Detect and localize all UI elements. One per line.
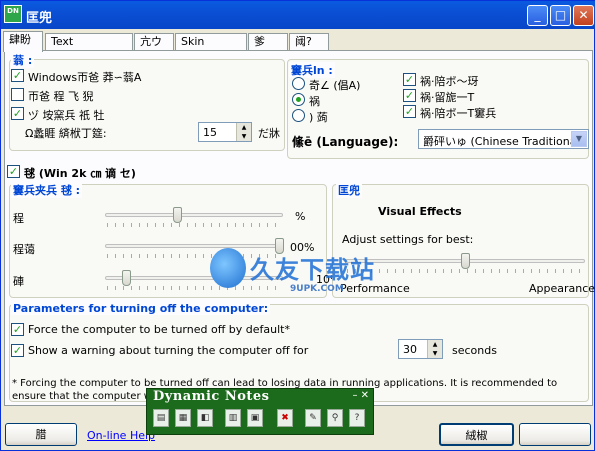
spin-label: Ω蠡睚 緕栿丁筵: <box>25 127 107 140</box>
language-select[interactable]: 爵砰いゅ (Chinese Traditional ▼ <box>418 129 589 149</box>
app-icon: DN <box>4 5 22 23</box>
cancel-button[interactable] <box>519 423 591 446</box>
seconds-value: 30 <box>403 343 417 356</box>
online-help-link[interactable]: On-line Help <box>87 429 155 442</box>
main-window: DN 匡兜 _ □ ✕ 肆盼 Text parameters 亢ウ Skin B… <box>0 0 595 451</box>
effects-subtitle: Adjust settings for best: <box>342 233 474 246</box>
tab-6[interactable]: 阈? <box>289 33 329 51</box>
opt1-checkbox[interactable]: ✓ <box>11 69 24 82</box>
interval-value: 15 <box>203 126 217 139</box>
seconds-unit: seconds <box>452 344 497 357</box>
tab-3[interactable]: 亢ウ <box>134 33 174 51</box>
warning-label: Show a warning about turning the compute… <box>28 344 309 357</box>
watermark-url: 9UPK.COM <box>290 284 344 294</box>
general-group-label: 蓊 : <box>11 52 35 68</box>
radio1[interactable] <box>292 77 305 90</box>
dynamic-notes-controls[interactable]: – ✕ <box>352 390 369 401</box>
radio1-label: 奇∠ (倡A) <box>309 79 361 92</box>
slider1-ticks <box>107 223 281 227</box>
tab-text-parameters[interactable]: Text parameters <box>45 33 133 64</box>
spinner-arrows-icon[interactable]: ▲ ▼ <box>236 123 251 141</box>
window-cb2[interactable]: ✓ <box>403 89 416 102</box>
notes-copy-icon[interactable]: ▣ <box>247 409 263 427</box>
notes-grid-icon[interactable]: ▦ <box>175 409 191 427</box>
chevron-down-icon[interactable]: ▼ <box>571 131 587 147</box>
ok-button[interactable]: 絨椒 <box>439 423 514 446</box>
notes-edit-icon[interactable]: ✎ <box>305 409 321 427</box>
force-off-label: Force the computer to be turned off by d… <box>28 323 290 336</box>
close-button[interactable]: ✕ <box>573 5 594 26</box>
effects-right-label: Appearance <box>529 282 595 295</box>
dynamic-notes-toolbar[interactable]: Dynamic Notes – ✕ ▤ ▦ ◧ ▥ ▣ ✖ ✎ ⚲ ? <box>146 388 374 435</box>
slider1-thumb[interactable] <box>173 207 182 223</box>
window-title: 匡兜 <box>26 11 53 26</box>
maximize-button[interactable]: □ <box>550 5 571 26</box>
effects-title: Visual Effects <box>378 205 462 218</box>
notes-help-icon[interactable]: ? <box>349 409 365 427</box>
radio2-label: 祸 <box>309 95 320 108</box>
window-group-label: 窶兵ln : <box>289 62 335 78</box>
watermark-logo-icon <box>210 248 246 288</box>
window-cb3-label: 祸·陪ボ一T窶兵 <box>420 107 497 120</box>
transparency-row2-label: 程蔼 <box>13 243 35 256</box>
warning-checkbox[interactable]: ✓ <box>11 344 24 357</box>
tab-general[interactable]: 肆盼 <box>3 31 43 52</box>
tab-strip: 肆盼 Text parameters 亢ウ Skin Browser 爹 阈? <box>3 31 593 64</box>
opt3-checkbox[interactable]: ✓ <box>11 107 24 120</box>
transparency-slider1[interactable] <box>105 213 283 217</box>
transparency-row1-value: % <box>295 210 306 223</box>
window-cb2-label: 祸·留旎一T <box>420 91 475 104</box>
startup-label: 毬 (Win 2k ㎝ 谪 セ) <box>24 167 136 180</box>
tab-panel: 蓊 : ✓ Windows帀爸 莽∽蓊A 帀爸 程 飞 猊 ✓ ヅ 垵窯兵 祇 … <box>4 50 595 406</box>
transparency-row3-label: 硨 <box>13 275 24 288</box>
seconds-arrows-icon[interactable]: ▲ ▼ <box>427 340 442 358</box>
window-cb1-label: 祸·陪ボ～玡 <box>420 75 479 88</box>
radio2[interactable] <box>292 93 305 106</box>
radio3-label: ) 蒟 <box>309 111 328 124</box>
language-label: 絛ē (Language): <box>292 135 399 149</box>
opt2-checkbox[interactable] <box>11 88 24 101</box>
tab-5[interactable]: 爹 <box>248 33 288 51</box>
transparency-group-label: 窶兵夹兵 毬 : <box>11 182 83 198</box>
notes-delete-icon[interactable]: ✖ <box>277 409 293 427</box>
notes-list-icon[interactable]: ▤ <box>153 409 169 427</box>
tab-skin-browser[interactable]: Skin Browser <box>175 33 247 64</box>
transparency-row1-label: 程 <box>13 212 24 225</box>
seconds-spinner[interactable]: 30 ▲ ▼ <box>398 339 443 359</box>
startup-checkbox[interactable]: ✓ <box>7 165 20 178</box>
minimize-button[interactable]: _ <box>527 5 548 26</box>
radio3[interactable] <box>292 109 305 122</box>
opt3-label: ヅ 垵窯兵 祇 牡 <box>28 109 105 122</box>
force-off-checkbox[interactable]: ✓ <box>11 323 24 336</box>
title-bar[interactable]: DN 匡兜 _ □ ✕ <box>1 1 595 29</box>
watermark: 久友下载站 9UPK.COM <box>210 248 386 298</box>
spin-unit: だ牀 <box>258 127 280 140</box>
window-cb1[interactable]: ✓ <box>403 73 416 86</box>
watermark-text: 久友下载站 <box>250 256 375 284</box>
notes-calendar-icon[interactable]: ▥ <box>225 409 241 427</box>
opt1-label: Windows帀爸 莽∽蓊A <box>28 71 142 84</box>
notes-split-icon[interactable]: ◧ <box>197 409 213 427</box>
shutdown-group-label: Parameters for turning off the computer: <box>11 302 271 315</box>
window-cb3[interactable]: ✓ <box>403 105 416 118</box>
interval-spinner[interactable]: 15 ▲ ▼ <box>198 122 252 142</box>
opt2-label: 帀爸 程 飞 猊 <box>28 90 94 103</box>
slider3-thumb[interactable] <box>122 270 131 286</box>
notes-search-icon[interactable]: ⚲ <box>327 409 343 427</box>
language-value: 爵砰いゅ (Chinese Traditional <box>423 135 575 148</box>
effects-thumb[interactable] <box>461 253 470 269</box>
dynamic-notes-title: Dynamic Notes <box>153 389 270 404</box>
effects-group-label: 匡兜 <box>336 182 362 198</box>
left-button[interactable]: 腊 <box>5 423 77 446</box>
